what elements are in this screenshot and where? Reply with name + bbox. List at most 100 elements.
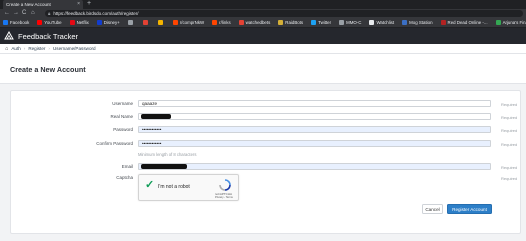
address-bar: ← → C ⌂ 🔒︎ https://feedback.birdsdo.com/… xyxy=(0,9,526,18)
bookmark-favicon-icon xyxy=(495,20,501,25)
bookmark-item[interactable]: watchedbets xyxy=(238,20,271,25)
checkmark-icon[interactable]: ✓ xyxy=(145,180,154,191)
bookmark-label: Twitter xyxy=(318,20,332,25)
bookmark-item[interactable]: Twitter xyxy=(311,20,331,25)
email-required: Required xyxy=(501,165,518,170)
bookmark-favicon-icon xyxy=(3,20,8,25)
breadcrumb: ⌂ Auth › Register › Username/Password xyxy=(0,44,526,54)
real-name-required: Required xyxy=(501,115,518,120)
bookmark-item[interactable] xyxy=(127,20,135,25)
bookmark-item[interactable]: Red Dead Online -... xyxy=(440,20,488,25)
bookmark-label: Red Dead Online -... xyxy=(447,20,488,25)
tab-title: Create a New Account xyxy=(6,2,51,7)
cancel-button[interactable]: Cancel xyxy=(422,204,443,214)
home-icon[interactable]: ⌂ xyxy=(31,10,35,17)
feedback-tracker-logo-icon xyxy=(4,30,14,40)
bookmark-item[interactable]: MMO-C xyxy=(339,20,361,25)
breadcrumb-username-password: Username/Password xyxy=(52,46,96,51)
bookmark-label: r/comprNkW xyxy=(179,20,205,25)
register-account-button[interactable]: Register Account xyxy=(447,204,492,214)
bookmark-favicon-icon xyxy=(311,20,317,25)
breadcrumb-separator: › xyxy=(23,46,26,51)
password-input[interactable]: •••••••••••• xyxy=(138,126,491,133)
bookmark-label: Disney+ xyxy=(103,20,120,25)
reload-icon[interactable]: C xyxy=(22,10,26,17)
app-title: Feedback Tracker xyxy=(18,31,79,41)
username-label: Username xyxy=(112,101,133,106)
page-title: Create a New Account xyxy=(10,65,86,74)
app-header: Feedback Tracker xyxy=(0,28,526,44)
redaction-mark xyxy=(141,164,187,169)
bookmark-item[interactable]: Arjuna's Final Fanta... xyxy=(495,20,526,25)
forward-arrow-icon[interactable]: → xyxy=(13,10,19,17)
bookmark-item[interactable]: Disney+ xyxy=(96,20,120,25)
bookmark-favicon-icon xyxy=(339,20,345,25)
password-hint: Minimum length of 8 characters xyxy=(138,152,197,157)
recaptcha-label: I'm not a robot xyxy=(158,184,190,190)
recaptcha-widget[interactable]: ✓ I'm not a robot reCAPTCHA Privacy - Te… xyxy=(138,174,239,201)
bookmark-label: Netflix xyxy=(76,20,89,25)
recaptcha-logo-icon xyxy=(219,179,231,191)
bookmark-label: MMO-C xyxy=(346,20,362,25)
bookmark-item[interactable]: Netflix xyxy=(69,20,89,25)
real-name-label: Real Name xyxy=(110,114,133,119)
bookmark-favicon-icon xyxy=(238,20,244,25)
bookmark-item[interactable]: RaidBots xyxy=(278,20,303,25)
confirm-password-input[interactable]: •••••••••••• xyxy=(138,140,491,147)
bookmark-favicon-icon xyxy=(157,20,163,25)
breadcrumb-register[interactable]: Register xyxy=(28,46,45,51)
bookmark-item[interactable]: Facebook xyxy=(3,20,29,25)
url-input[interactable]: 🔒︎ https://feedback.birdsdo.com/auth/reg… xyxy=(45,10,523,17)
password-label: Password xyxy=(113,127,133,132)
back-arrow-icon[interactable]: ← xyxy=(4,10,10,17)
bookmark-favicon-icon xyxy=(172,20,178,25)
email-input[interactable] xyxy=(138,163,491,170)
bookmark-item[interactable]: r/comprNkW xyxy=(172,20,205,25)
bookmark-label: r/links xyxy=(219,20,231,25)
browser-tab[interactable]: Create a New Account × xyxy=(3,0,83,9)
new-tab-icon[interactable]: + xyxy=(87,0,91,8)
bookmark-item[interactable]: Watchlist xyxy=(369,20,394,25)
recaptcha-links[interactable]: Privacy - Terms xyxy=(215,196,233,199)
bookmark-favicon-icon xyxy=(96,20,102,25)
bookmark-label: RaidBots xyxy=(285,20,304,25)
lock-icon: 🔒︎ xyxy=(48,11,51,16)
bookmark-label: Arjuna's Final Fanta... xyxy=(502,20,526,25)
bookmark-label: watchedbets xyxy=(245,20,271,25)
breadcrumb-separator: › xyxy=(48,46,50,51)
confirm-password-required: Required xyxy=(501,142,518,147)
home-icon[interactable]: ⌂ xyxy=(5,46,8,52)
username-input[interactable]: qaaaze xyxy=(138,100,491,107)
bookmark-label: Mog Station xyxy=(409,20,433,25)
bookmark-label: YouTube xyxy=(44,20,62,25)
username-required: Required xyxy=(501,102,518,107)
browser-tab-strip: Create a New Account × + xyxy=(0,0,526,9)
bookmark-item[interactable]: Mog Station xyxy=(402,20,433,25)
real-name-input[interactable] xyxy=(138,113,491,120)
captcha-required: Required xyxy=(501,176,518,181)
page-header: Create a New Account xyxy=(0,54,526,84)
bookmark-label: Facebook xyxy=(10,20,30,25)
close-tab-icon[interactable]: × xyxy=(77,1,80,7)
password-required: Required xyxy=(501,128,518,133)
bookmark-favicon-icon xyxy=(69,20,75,25)
breadcrumb-auth[interactable]: Auth xyxy=(11,46,20,51)
url-text: https://feedback.birdsdo.com/auth/regist… xyxy=(53,11,139,16)
bookmark-favicon-icon xyxy=(440,20,446,25)
bookmark-label: Watchlist xyxy=(376,20,395,25)
bookmark-favicon-icon xyxy=(37,20,43,25)
bookmark-favicon-icon xyxy=(127,20,133,25)
redaction-mark xyxy=(141,114,171,119)
email-label: Email xyxy=(121,164,133,169)
registration-form-panel xyxy=(10,90,521,234)
bookmark-item[interactable]: r/links xyxy=(212,20,231,25)
bookmark-favicon-icon xyxy=(212,20,218,25)
bookmarks-bar: Facebook YouTube Netflix Disney+ r/comprNkW r… xyxy=(0,18,526,28)
confirm-password-label: Confirm Password xyxy=(96,141,133,146)
bookmark-item[interactable]: YouTube xyxy=(37,20,62,25)
bookmark-item[interactable] xyxy=(157,20,165,25)
captcha-label: Captcha xyxy=(116,175,133,180)
bookmark-item[interactable] xyxy=(142,20,150,25)
bookmark-favicon-icon xyxy=(278,20,284,25)
bookmark-favicon-icon xyxy=(142,20,148,25)
